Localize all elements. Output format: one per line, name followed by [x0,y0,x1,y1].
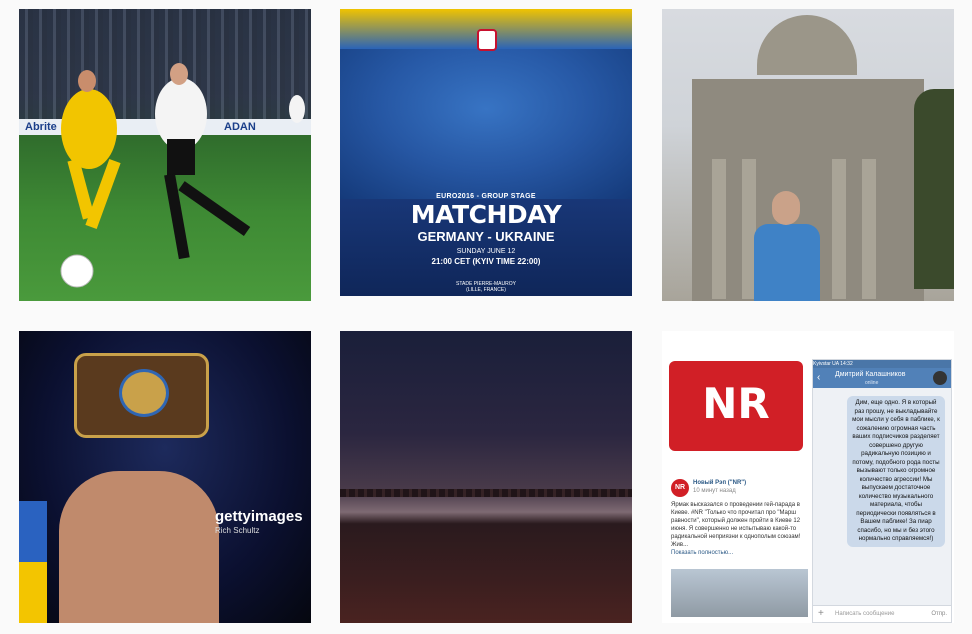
back-arrow-icon: ‹ [817,372,821,383]
chat-name: Дмитрий Калашников [835,371,906,378]
screenshot-nr-post[interactable]: NR NR Новый Рэп ("NR") 10 минут назад Яр… [662,331,954,623]
poster-teams: GERMANY - UKRAINE [417,229,555,244]
poster-stage: EURO2016 - GROUP STAGE [436,193,536,200]
poster-matchday[interactable]: EURO2016 - GROUP STAGE MATCHDAY GERMANY … [340,9,632,296]
plus-icon: + [818,608,824,619]
church-dome [757,15,857,75]
nr-small-logo: NR [671,479,689,497]
send-label: Отпр. [931,611,947,617]
church-column [862,159,876,299]
post-time: 10 минут назад [693,488,736,494]
post-thumbnail [671,569,808,617]
photo-football-match[interactable]: Abrite ADAN [19,9,311,301]
ukraine-flag [19,501,47,623]
chat-header: ‹ Дмитрий Калашников online [813,368,951,388]
chat-status: online [865,380,879,386]
church-column [712,159,726,299]
person-head [772,191,800,225]
poster-venue: STADE PIERRE-MAUROY (LILLE, FRANCE) [340,281,632,293]
post-text: Ярмак высказался о проведении гей-парада… [671,502,801,548]
boxer-figure [59,471,219,623]
post-author: Новый Рэп ("NR") [693,480,747,486]
phone-chat-screenshot: Kyivstar UA 14:32 ‹ Дмитрий Калашников o… [812,359,952,623]
person-figure [754,224,820,301]
message-input-bar: + Написать сообщение Отпр. [813,605,951,622]
avatar [933,371,947,385]
euro2016-logo [477,29,497,51]
phone-status-bar: Kyivstar UA 14:32 [813,360,951,368]
watermark: gettyimages [215,508,303,525]
city-skyline [340,489,632,497]
chat-message: Дим, еще одно. Я в который раз прошу, не… [847,396,945,547]
post-more-link[interactable]: Показать полностью... [671,549,809,557]
post-body: Ярмак высказался о проведении гей-парада… [671,501,809,557]
venue-line-2: (LILLE, FRANCE) [466,287,506,293]
poster-title: MATCHDAY [410,200,562,229]
photo-credit: Rich Schultz [215,526,260,535]
photo-dusk-skyline[interactable] [340,331,632,623]
message-input-placeholder: Написать сообщение [835,611,895,617]
nr-logo-text: NR [702,379,770,428]
photo-church[interactable] [662,9,954,301]
photo-boxer[interactable]: gettyimages Rich Schultz [19,331,311,623]
post-header: Новый Рэп ("NR") 10 минут назад [693,479,828,495]
belt-plate [119,369,169,417]
players-figure [60,63,305,288]
church-column [832,159,846,299]
tree [914,89,954,289]
poster-date: SUNDAY JUNE 12 [456,248,516,255]
poster-time: 21:00 CET (KYIV TIME 22:00) [431,257,541,266]
team-photo [340,49,632,199]
